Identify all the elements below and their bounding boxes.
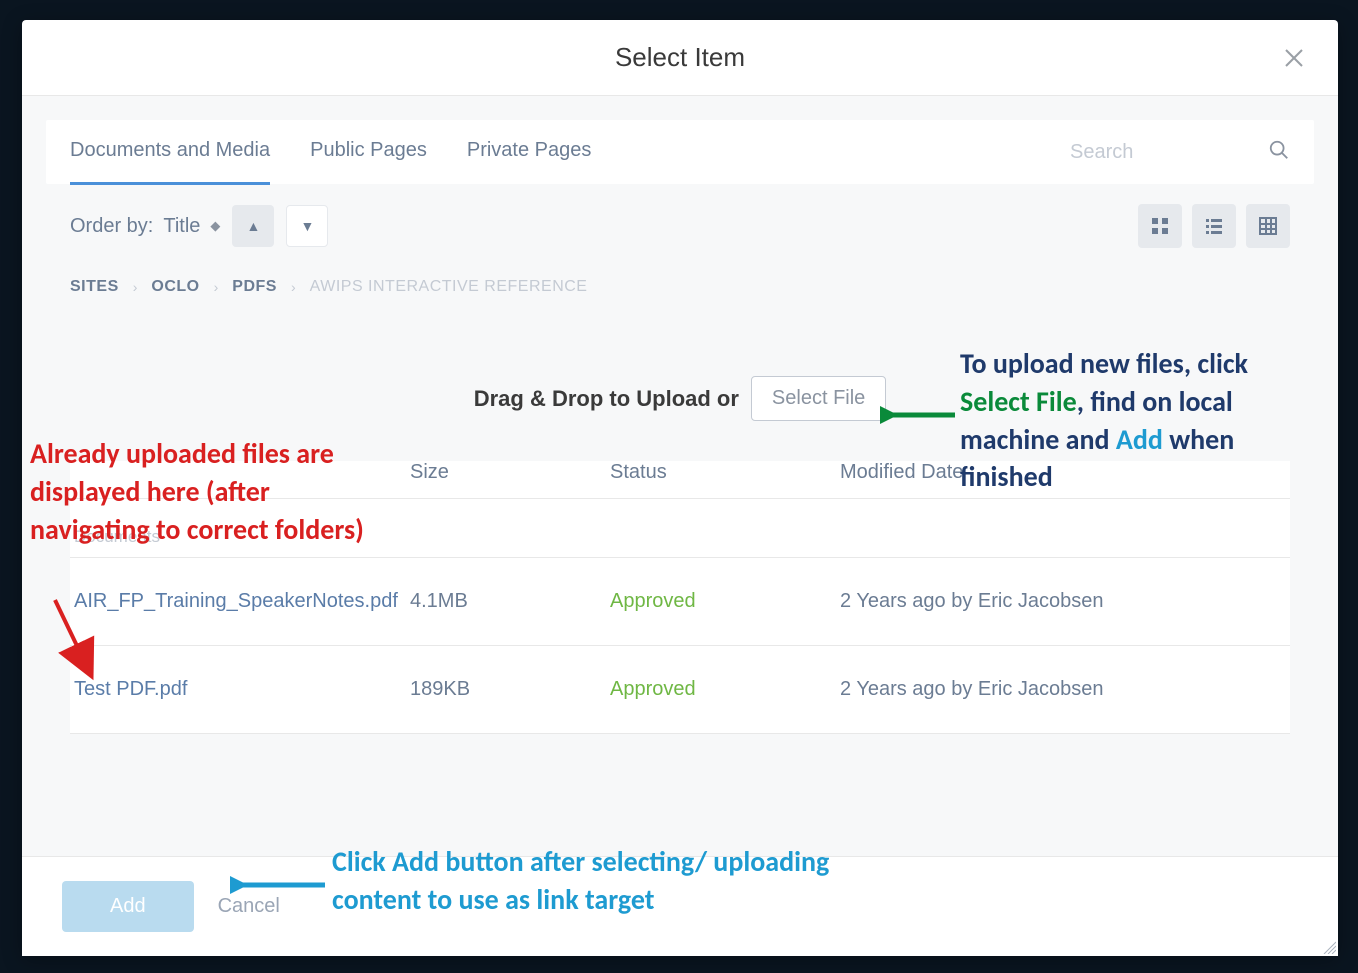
sort-asc-button[interactable]: ▲	[232, 205, 274, 247]
chevron-right-icon: ›	[291, 279, 296, 295]
list-icon	[1204, 216, 1224, 236]
upload-area: Drag & Drop to Upload or Select File	[22, 376, 1338, 421]
file-table: Size Status Modified Date Documents AIR_…	[70, 461, 1290, 734]
upload-text: Drag & Drop to Upload or	[474, 386, 739, 412]
col-title	[70, 461, 410, 484]
table-icon	[1258, 216, 1278, 236]
tab-public-pages[interactable]: Public Pages	[310, 119, 427, 185]
modal-title: Select Item	[615, 42, 745, 73]
close-button[interactable]	[1282, 46, 1310, 74]
chevron-right-icon: ›	[133, 279, 138, 295]
table-header: Size Status Modified Date	[70, 461, 1290, 499]
tab-documents-media[interactable]: Documents and Media	[70, 119, 270, 185]
select-file-button[interactable]: Select File	[751, 376, 886, 421]
table-row[interactable]: AIR_FP_Training_SpeakerNotes.pdf 4.1MB A…	[70, 558, 1290, 646]
modal-footer: Add Cancel	[22, 856, 1338, 956]
file-modified: 2 Years ago by Eric Jacobsen	[840, 678, 1290, 701]
view-list-button[interactable]	[1192, 204, 1236, 248]
sort-desc-button[interactable]: ▼	[286, 205, 328, 247]
breadcrumb-item-current: AWIPS INTERACTIVE REFERENCE	[310, 278, 588, 296]
order-label: Order by:	[70, 215, 153, 238]
chevron-right-icon: ›	[214, 279, 219, 295]
order-by[interactable]: Order by: Title ◆	[70, 215, 220, 238]
file-size: 4.1MB	[410, 590, 610, 613]
file-size: 189KB	[410, 678, 610, 701]
order-field: Title	[163, 215, 200, 238]
resize-grip-icon[interactable]	[1320, 938, 1336, 954]
grid-icon	[1150, 216, 1170, 236]
table-row[interactable]: Test PDF.pdf 189KB Approved 2 Years ago …	[70, 646, 1290, 734]
section-label: Documents	[70, 499, 1290, 558]
toolbar: Order by: Title ◆ ▲ ▼	[46, 198, 1314, 254]
file-modified: 2 Years ago by Eric Jacobsen	[840, 590, 1290, 613]
breadcrumb-item[interactable]: SITES	[70, 278, 119, 296]
search-input[interactable]	[1070, 141, 1250, 164]
col-size[interactable]: Size	[410, 461, 610, 484]
file-title: AIR_FP_Training_SpeakerNotes.pdf	[70, 590, 410, 613]
file-title: Test PDF.pdf	[70, 678, 410, 701]
view-grid-button[interactable]	[1138, 204, 1182, 248]
sort-indicator-icon: ◆	[210, 218, 220, 234]
col-modified[interactable]: Modified Date	[840, 461, 1290, 484]
file-status: Approved	[610, 590, 840, 613]
close-icon	[1282, 46, 1306, 70]
breadcrumb-item[interactable]: PDFS	[232, 278, 277, 296]
search-icon[interactable]	[1268, 139, 1290, 166]
select-item-modal: Select Item Documents and Media Public P…	[22, 20, 1338, 956]
tab-bar: Documents and Media Public Pages Private…	[46, 120, 1314, 184]
breadcrumb: SITES › OCLO › PDFS › AWIPS INTERACTIVE …	[70, 278, 1290, 296]
breadcrumb-item[interactable]: OCLO	[151, 278, 199, 296]
col-status[interactable]: Status	[610, 461, 840, 484]
view-table-button[interactable]	[1246, 204, 1290, 248]
modal-header: Select Item	[22, 20, 1338, 96]
cancel-button[interactable]: Cancel	[218, 895, 280, 918]
file-status: Approved	[610, 678, 840, 701]
add-button[interactable]: Add	[62, 881, 194, 932]
tab-private-pages[interactable]: Private Pages	[467, 119, 592, 185]
